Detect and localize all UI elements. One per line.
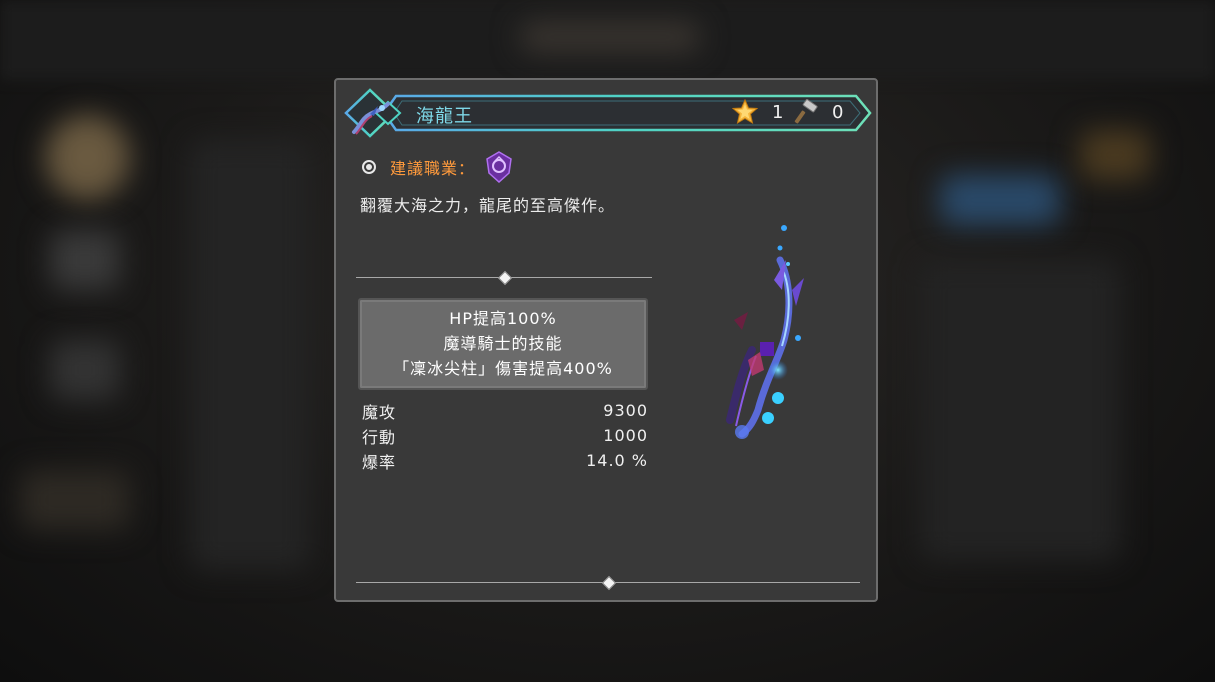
stat-value: 1000 <box>603 426 648 445</box>
bottom-divider <box>356 575 860 591</box>
whip-weapon-icon <box>352 102 390 135</box>
background-block <box>50 230 120 290</box>
divider-diamond-icon <box>601 575 617 591</box>
radio-icon <box>362 160 376 174</box>
stat-value: 14.0 % <box>586 451 648 470</box>
special-effect-box: HP提高100% 魔導騎士的技能 「凜冰尖柱」傷害提高400% <box>358 298 648 390</box>
stat-name: 魔攻 <box>362 402 397 422</box>
hammer-icon <box>794 99 818 124</box>
background-button <box>940 175 1060 225</box>
background-column <box>920 260 1120 560</box>
stat-row: 行動 1000 <box>362 423 648 448</box>
item-tooltip-panel: 海龍王 1 0 建議職業： 翻覆大海之力，龍尾的至高傑作。 HP提高100% 魔… <box>334 78 878 602</box>
background-block <box>1080 130 1150 180</box>
star-count: 1 <box>772 102 784 123</box>
effect-line: 「凜冰尖柱」傷害提高400% <box>393 359 613 378</box>
recommended-job-row: 建議職業： <box>362 151 513 183</box>
stat-value: 9300 <box>603 401 648 420</box>
background-orb <box>45 115 130 200</box>
hammer-count: 0 <box>832 102 844 123</box>
weapon-artwork <box>726 225 804 439</box>
item-description: 翻覆大海之力，龍尾的至高傑作。 <box>360 196 616 215</box>
magic-knight-class-icon <box>486 151 512 183</box>
effect-line: HP提高100% <box>449 309 557 328</box>
background-block <box>20 470 130 530</box>
stats-list: 魔攻 9300 行動 1000 爆率 14.0 % <box>362 398 648 473</box>
item-name: 海龍王 <box>416 106 473 127</box>
stat-row: 爆率 14.0 % <box>362 448 648 473</box>
stat-name: 行動 <box>362 427 397 447</box>
background-block <box>50 340 120 400</box>
stat-name: 爆率 <box>362 452 397 472</box>
star-icon <box>732 99 758 125</box>
divider-diamond-icon <box>497 270 513 286</box>
background-column <box>190 140 310 570</box>
item-title-bar: 海龍王 1 0 <box>344 88 872 138</box>
effect-line: 魔導騎士的技能 <box>443 334 563 353</box>
section-divider <box>356 270 652 286</box>
background-title <box>520 22 700 52</box>
recommended-job-label: 建議職業： <box>390 159 476 178</box>
stat-row: 魔攻 9300 <box>362 398 648 423</box>
